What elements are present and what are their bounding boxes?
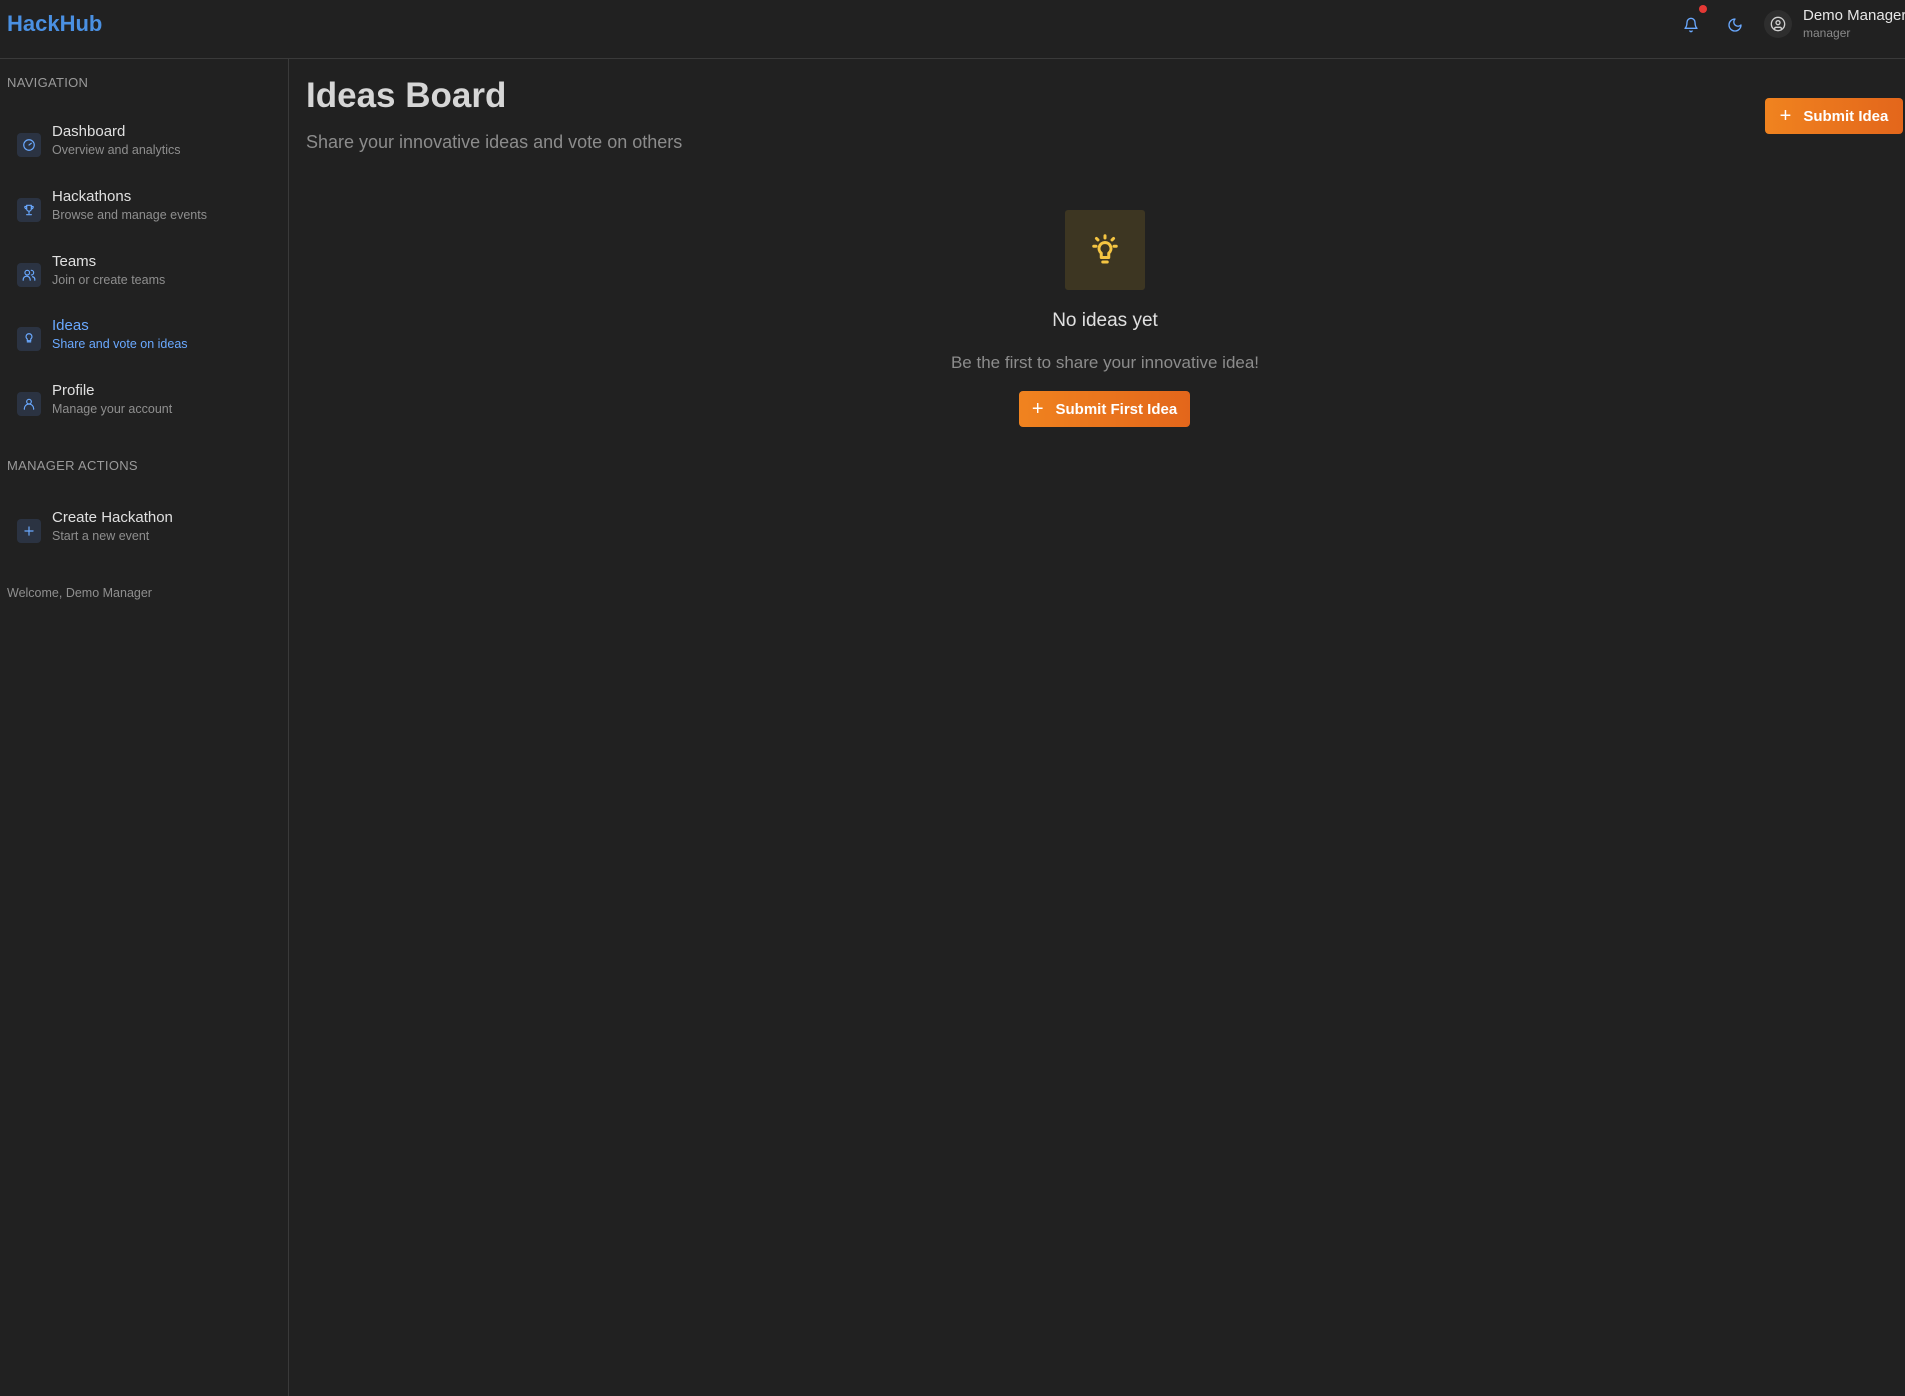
sidebar: NAVIGATION Dashboard Overview and analyt… <box>0 59 289 1396</box>
sidebar-item-dashboard[interactable]: Dashboard Overview and analytics <box>0 122 288 178</box>
sidebar-item-label: Create Hackathon <box>52 509 173 526</box>
users-icon <box>17 263 41 287</box>
bell-icon[interactable] <box>1677 11 1705 39</box>
empty-state-icon-box <box>1065 210 1145 290</box>
sidebar-item-ideas[interactable]: Ideas Share and vote on ideas <box>0 316 288 372</box>
sidebar-item-profile[interactable]: Profile Manage your account <box>0 381 288 437</box>
submit-idea-button[interactable]: + Submit Idea <box>1765 98 1903 134</box>
plus-icon: + <box>1031 398 1044 420</box>
nav-section-title: NAVIGATION <box>7 75 89 90</box>
sidebar-item-hackathons[interactable]: Hackathons Browse and manage events <box>0 187 288 243</box>
trophy-icon <box>17 198 41 222</box>
top-bar: HackHub Demo Manager manager <box>0 0 1905 59</box>
plus-icon: + <box>1779 105 1792 127</box>
user-role: manager <box>1803 26 1851 40</box>
sidebar-item-create-hackathon[interactable]: Create Hackathon Start a new event <box>0 508 288 564</box>
sidebar-item-teams[interactable]: Teams Join or create teams <box>0 252 288 308</box>
avatar[interactable] <box>1764 10 1792 38</box>
page-subtitle: Share your innovative ideas and vote on … <box>306 132 683 152</box>
user-circle-icon <box>1770 16 1786 32</box>
user-icon <box>17 392 41 416</box>
sidebar-item-label: Ideas <box>52 317 89 334</box>
notification-badge <box>1699 5 1707 13</box>
sidebar-item-label: Teams <box>52 253 97 270</box>
submit-idea-label: Submit Idea <box>1803 107 1889 125</box>
sidebar-item-sub: Join or create teams <box>52 273 166 287</box>
sidebar-item-label: Profile <box>52 382 95 399</box>
moon-icon[interactable] <box>1721 11 1749 39</box>
sidebar-item-sub: Browse and manage events <box>52 208 207 222</box>
empty-state-subtitle: Be the first to share your innovative id… <box>950 353 1260 372</box>
user-name[interactable]: Demo Manager <box>1803 7 1905 24</box>
lightbulb-icon <box>1092 234 1118 264</box>
brand-logo[interactable]: HackHub <box>7 11 102 37</box>
sidebar-item-sub: Share and vote on ideas <box>52 337 188 351</box>
sidebar-item-sub: Start a new event <box>52 529 150 543</box>
sidebar-item-sub: Overview and analytics <box>52 143 181 157</box>
empty-state-title: No ideas yet <box>1052 310 1158 331</box>
lightbulb-icon <box>17 327 41 351</box>
sidebar-item-label: Dashboard <box>52 123 126 140</box>
gauge-icon <box>17 133 41 157</box>
sidebar-item-sub: Manage your account <box>52 402 173 416</box>
page-title: Ideas Board <box>306 76 507 115</box>
submit-first-idea-label: Submit First Idea <box>1055 400 1178 418</box>
plus-icon <box>17 519 41 543</box>
sidebar-item-label: Hackathons <box>52 188 132 205</box>
welcome-text: Welcome, Demo Manager <box>7 586 152 600</box>
submit-first-idea-button[interactable]: + Submit First Idea <box>1019 391 1190 427</box>
manager-section-title: MANAGER ACTIONS <box>7 458 138 473</box>
